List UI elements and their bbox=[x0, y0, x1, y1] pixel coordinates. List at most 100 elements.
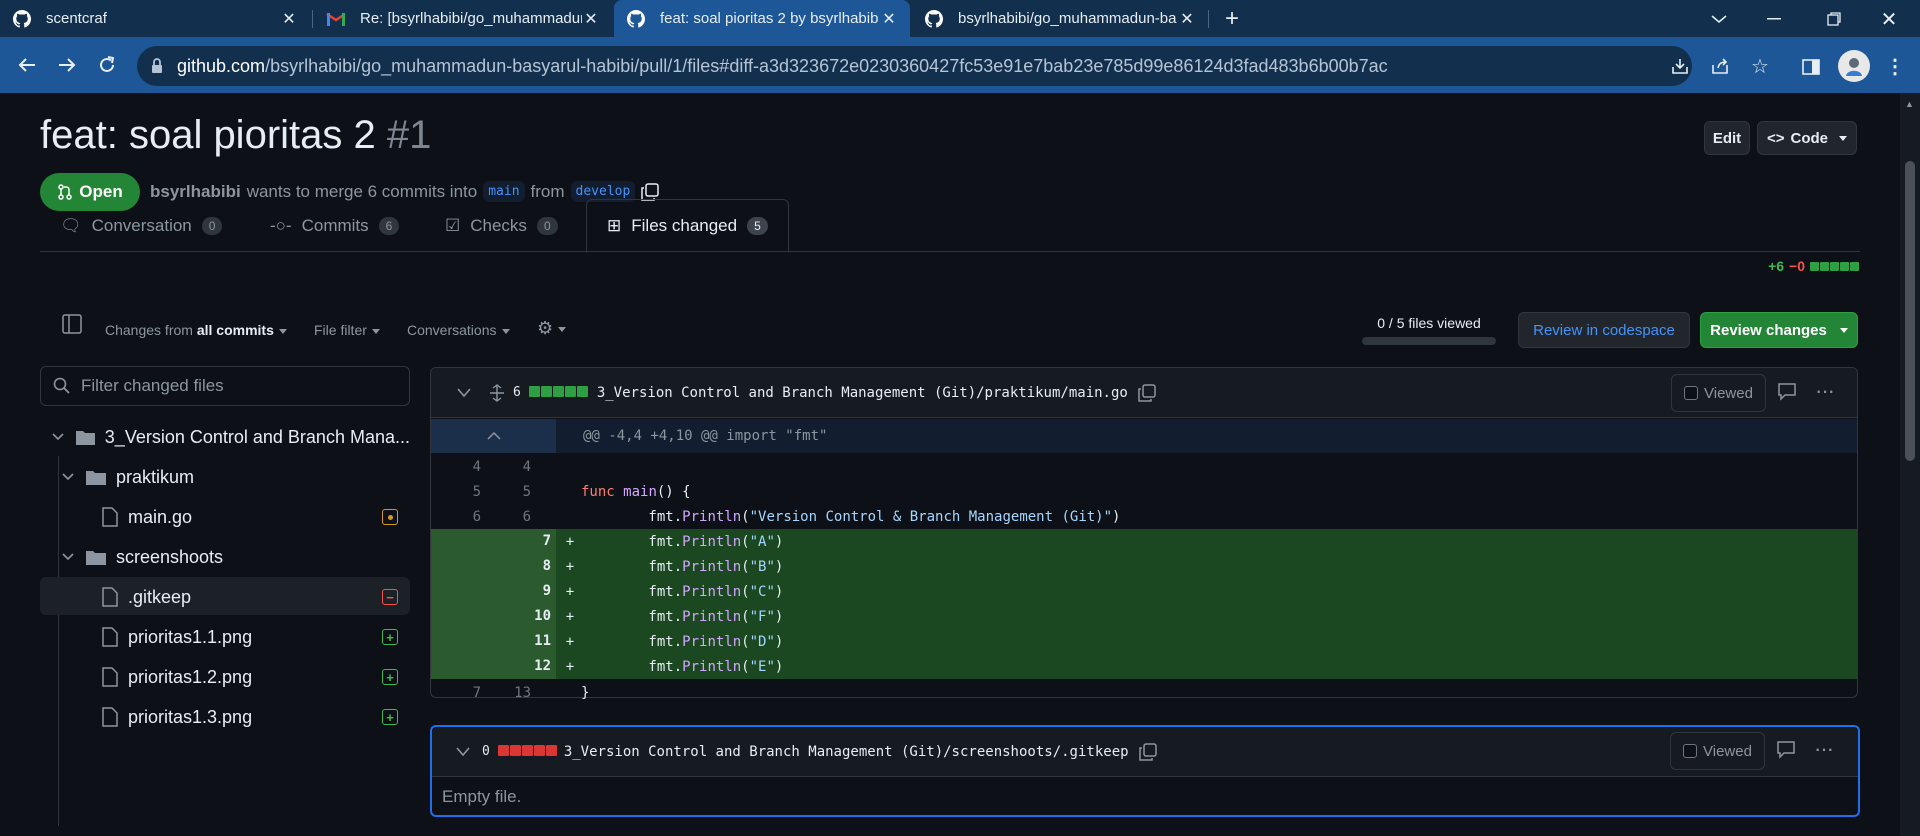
page-scrollbar[interactable]: ▲ bbox=[1900, 93, 1920, 836]
diff-line: 7 13} bbox=[472, 684, 590, 701]
files-viewed-count: 0 / 5 files viewed bbox=[1362, 315, 1496, 345]
more-menu-icon[interactable]: ⋮ bbox=[1885, 52, 1905, 80]
comment-icon[interactable] bbox=[1777, 383, 1797, 406]
empty-file-message: Empty file. bbox=[442, 787, 522, 806]
diff-line-added: 8 + fmt.Println("B") bbox=[431, 554, 1857, 579]
share-icon[interactable] bbox=[1707, 54, 1733, 78]
tree-guide bbox=[58, 456, 59, 826]
more-options-icon[interactable]: ··· bbox=[1814, 736, 1834, 762]
comment-icon: 🗨 bbox=[60, 215, 82, 235]
file-path[interactable]: 3_Version Control and Branch Management … bbox=[597, 385, 1128, 401]
tab-commits[interactable]: -○- Commits 6 bbox=[250, 199, 419, 252]
file-path[interactable]: 3_Version Control and Branch Management … bbox=[564, 744, 1129, 760]
tab-conversation[interactable]: 🗨 Conversation 0 bbox=[40, 199, 242, 252]
chevron-down-icon bbox=[62, 473, 74, 481]
folder-icon bbox=[86, 551, 106, 565]
file-added-icon: + bbox=[382, 629, 398, 645]
viewed-checkbox[interactable]: Viewed bbox=[1670, 732, 1765, 770]
new-tab-icon[interactable]: + bbox=[1218, 5, 1246, 32]
tree-folder-praktikum[interactable]: praktikum bbox=[62, 459, 410, 495]
avatar[interactable] bbox=[1838, 50, 1870, 82]
reload-icon[interactable] bbox=[92, 51, 122, 79]
scroll-up-icon[interactable]: ▲ bbox=[1905, 99, 1914, 109]
diff-line-added: 12 + fmt.Println("E") bbox=[431, 654, 1857, 679]
file-filter-menu[interactable]: File filter bbox=[314, 322, 380, 338]
github-icon bbox=[924, 9, 944, 29]
browser-tab[interactable]: Re: [bsyrlhabibi/go_muhammadun ✕ bbox=[314, 0, 612, 37]
tab-files-changed[interactable]: ⊞ Files changed 5 bbox=[586, 199, 789, 253]
chevron-down-icon[interactable] bbox=[456, 746, 470, 757]
url-text: github.com/bsyrlhabibi/go_muhammadun-bas… bbox=[177, 55, 1388, 76]
tree-file-prioritas1-3[interactable]: prioritas1.3.png bbox=[102, 699, 410, 735]
diffstat: +6 −0 bbox=[1768, 258, 1860, 274]
review-in-codespace-button[interactable]: Review in codespace bbox=[1518, 312, 1690, 348]
changes-from-menu[interactable]: Changes from all commits bbox=[105, 322, 287, 338]
code-icon: <> bbox=[1766, 129, 1785, 147]
tree-folder-screenshoots[interactable]: screenshoots bbox=[62, 539, 410, 575]
copy-icon[interactable] bbox=[641, 182, 660, 201]
close-icon[interactable]: ✕ bbox=[1178, 9, 1196, 29]
tab-title: bsyrlhabibi/go_muhammadun-ba bbox=[958, 10, 1177, 27]
github-icon bbox=[626, 9, 646, 29]
close-icon[interactable]: ✕ bbox=[880, 9, 898, 29]
copy-icon[interactable] bbox=[1138, 383, 1156, 402]
close-icon[interactable]: ✕ bbox=[280, 9, 298, 29]
file-icon bbox=[102, 707, 118, 727]
code-button[interactable]: <> Code bbox=[1757, 121, 1857, 155]
tab-title: Re: [bsyrlhabibi/go_muhammadun bbox=[360, 10, 582, 27]
browser-tab[interactable]: scentcraf ✕ bbox=[0, 0, 310, 37]
copy-icon[interactable] bbox=[1138, 742, 1157, 761]
tree-folder-root[interactable]: 3_Version Control and Branch Mana... bbox=[52, 419, 410, 455]
browser-tab-active[interactable]: feat: soal pioritas 2 by bsyrlhabib ✕ bbox=[614, 0, 910, 37]
edit-button[interactable]: Edit bbox=[1704, 121, 1750, 155]
window-close-icon[interactable]: ✕ bbox=[1875, 6, 1903, 32]
viewed-checkbox[interactable]: Viewed bbox=[1671, 374, 1766, 412]
expand-all-icon[interactable] bbox=[489, 383, 505, 402]
settings-gear-icon[interactable]: ⚙ bbox=[537, 318, 567, 339]
diff-file-gitkeep: 0 3_Version Control and Branch Managemen… bbox=[430, 725, 1860, 817]
tree-file-gitkeep[interactable]: .gitkeep bbox=[102, 579, 410, 615]
restore-icon[interactable] bbox=[1820, 6, 1848, 32]
file-tree-toggle-icon[interactable] bbox=[62, 314, 82, 339]
tree-file-main-go[interactable]: main.go bbox=[102, 499, 410, 535]
forward-icon[interactable] bbox=[52, 51, 82, 79]
comment-icon[interactable] bbox=[1776, 741, 1796, 764]
file-icon bbox=[102, 627, 118, 647]
tree-file-prioritas1-2[interactable]: prioritas1.2.png bbox=[102, 659, 410, 695]
diff-line: 66 fmt.Println("Version Control & Branch… bbox=[472, 508, 1121, 525]
install-app-icon[interactable] bbox=[1667, 54, 1693, 78]
back-icon[interactable] bbox=[12, 51, 42, 79]
lock-icon[interactable] bbox=[147, 56, 167, 76]
commit-icon: -○- bbox=[270, 215, 292, 235]
minimize-icon[interactable] bbox=[1760, 6, 1788, 32]
scrollbar-thumb[interactable] bbox=[1905, 161, 1915, 461]
diff-line: 44 bbox=[472, 458, 531, 475]
side-panel-icon[interactable] bbox=[1798, 54, 1824, 80]
close-icon[interactable]: ✕ bbox=[582, 9, 600, 29]
folder-icon bbox=[75, 431, 95, 445]
more-options-icon[interactable]: ··· bbox=[1815, 378, 1835, 404]
tab-separator bbox=[312, 10, 313, 28]
file-icon bbox=[102, 667, 118, 687]
chevron-down-icon bbox=[1839, 135, 1848, 141]
file-modified-icon bbox=[382, 509, 398, 525]
filter-changed-files-input[interactable]: Filter changed files bbox=[40, 366, 410, 406]
browser-tab[interactable]: bsyrlhabibi/go_muhammadun-ba ✕ bbox=[912, 0, 1208, 37]
review-changes-button[interactable]: Review changes bbox=[1700, 312, 1858, 348]
address-bar[interactable]: github.com/bsyrlhabibi/go_muhammadun-bas… bbox=[137, 46, 1769, 86]
chevron-down-icon bbox=[52, 433, 64, 441]
expand-up-icon[interactable] bbox=[431, 419, 556, 453]
tab-checks[interactable]: ☑ Checks 0 bbox=[425, 199, 578, 252]
file-icon bbox=[102, 507, 118, 527]
page-title: feat: soal pioritas 2 #1 bbox=[40, 113, 432, 157]
tab-search-chevron-icon[interactable] bbox=[1705, 6, 1733, 32]
diff-bar bbox=[497, 743, 558, 761]
tree-file-prioritas1-1[interactable]: prioritas1.1.png bbox=[102, 619, 410, 655]
conversations-menu[interactable]: Conversations bbox=[407, 322, 510, 338]
file-diff-icon: ⊞ bbox=[607, 216, 622, 235]
hunk-header: @@ -4,4 +4,10 @@ import "fmt" bbox=[431, 419, 1857, 453]
chevron-down-icon[interactable] bbox=[457, 387, 471, 398]
bookmark-star-icon[interactable]: ☆ bbox=[1747, 54, 1773, 78]
browser-tab-bar: scentcraf ✕ Re: [bsyrlhabibi/go_muhammad… bbox=[0, 0, 1920, 37]
checklist-icon: ☑ bbox=[445, 215, 461, 235]
